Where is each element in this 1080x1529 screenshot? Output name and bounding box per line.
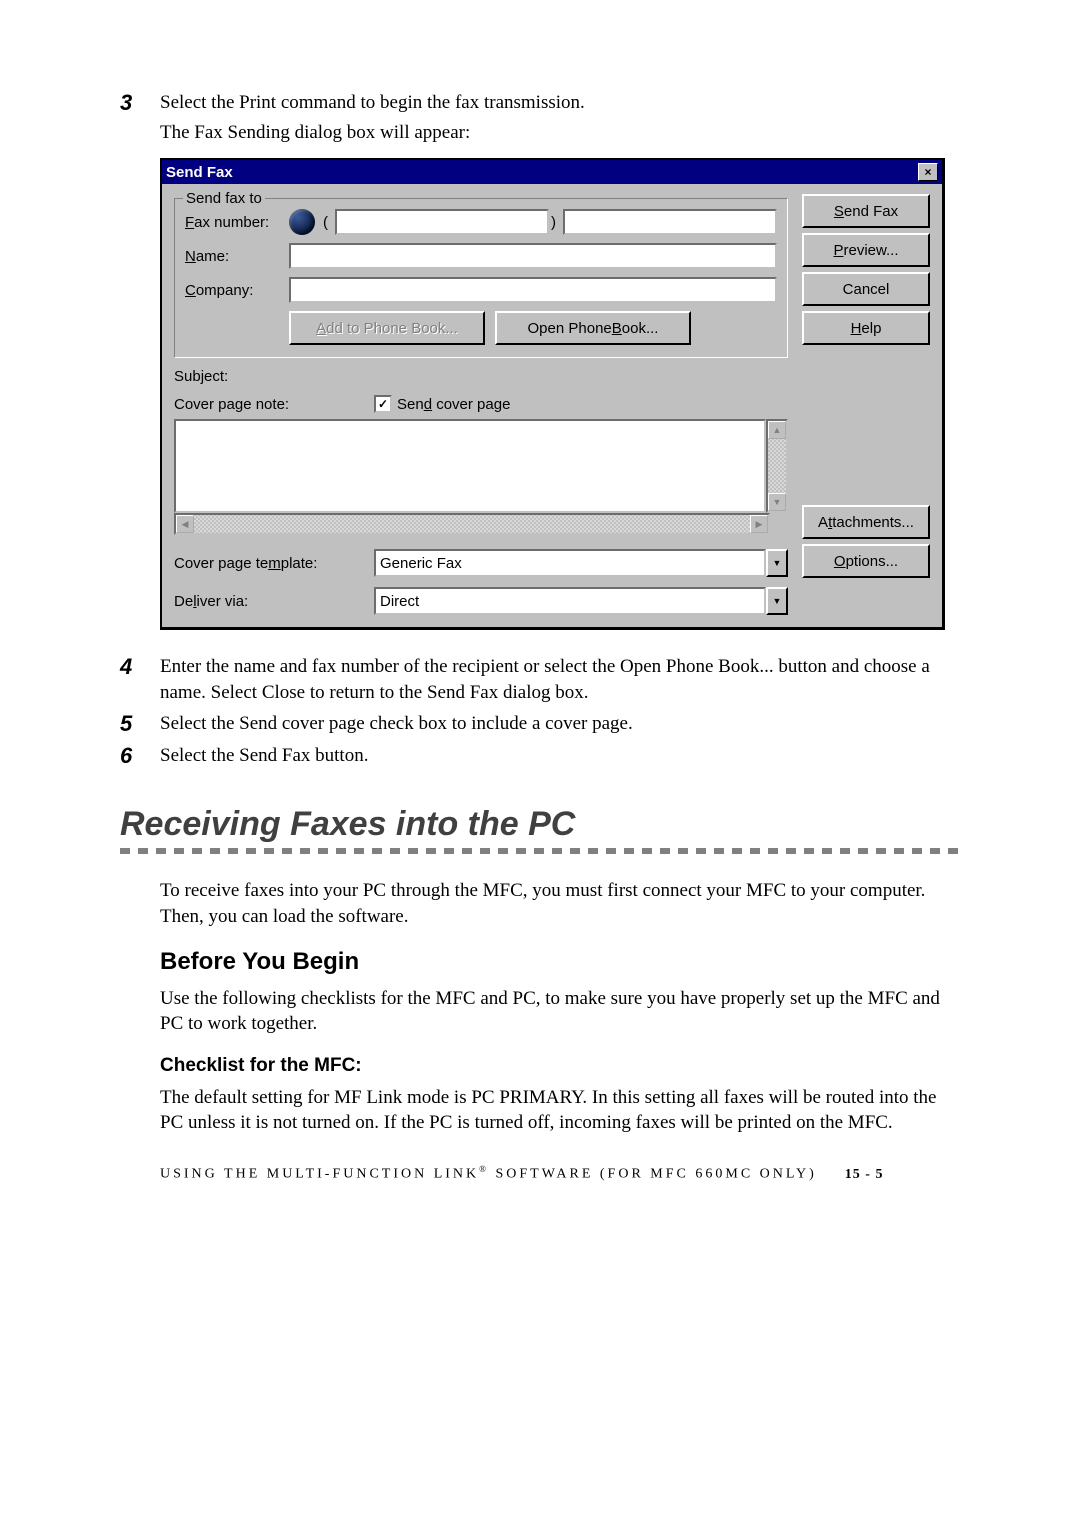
step-number-4: 4 — [120, 654, 160, 680]
send-cover-page-checkbox[interactable]: ✓ Send cover page — [374, 395, 510, 413]
paren-close: ) — [549, 214, 563, 231]
deliver-via-select[interactable]: Direct ▼ — [374, 587, 788, 615]
add-to-phone-book-button: Add to Phone Book... — [289, 311, 485, 345]
step-text-5: Select the Send cover page check box to … — [160, 711, 960, 737]
fax-number-input[interactable] — [563, 209, 777, 235]
deliver-via-value: Direct — [374, 587, 766, 615]
step-text-3: Select the Print command to begin the fa… — [160, 90, 960, 116]
name-input[interactable] — [289, 243, 777, 269]
footer-text-b: SOFTWARE (FOR MFC 660MC ONLY) — [489, 1167, 817, 1182]
send-fax-to-group: Send fax to Fax number: ( ) Name: — [174, 198, 788, 358]
cover-note-label: Cover page note: — [174, 396, 324, 413]
dialog-titlebar: Send Fax × — [162, 160, 942, 184]
page-number: 15 - 5 — [845, 1167, 884, 1182]
registered-icon: ® — [479, 1164, 489, 1174]
send-fax-button[interactable]: Send Fax — [802, 194, 930, 228]
subject-label: Subject: — [174, 368, 324, 385]
fax-areacode-input[interactable] — [335, 209, 549, 235]
checkbox-icon[interactable]: ✓ — [374, 395, 392, 413]
scroll-up-icon[interactable]: ▲ — [768, 421, 786, 439]
page-footer: USING THE MULTI-FUNCTION LINK® SOFTWARE … — [160, 1164, 960, 1183]
chevron-down-icon[interactable]: ▼ — [766, 549, 788, 577]
step-text-4: Enter the name and fax number of the rec… — [160, 654, 960, 705]
subsection-body: Use the following checklists for the MFC… — [160, 986, 960, 1037]
dialog-title: Send Fax — [166, 164, 233, 181]
group-legend: Send fax to — [183, 190, 265, 207]
footer-text-a: USING THE MULTI-FUNCTION LINK — [160, 1167, 479, 1182]
company-input[interactable] — [289, 277, 777, 303]
cancel-button[interactable]: Cancel — [802, 272, 930, 306]
name-label: Name: — [185, 248, 289, 265]
horizontal-scrollbar[interactable]: ◀ ▶ — [174, 513, 770, 535]
checklist-heading: Checklist for the MFC: — [160, 1055, 960, 1077]
attachments-button[interactable]: Attachments... — [802, 505, 930, 539]
cover-template-label: Cover page template: — [174, 555, 374, 572]
chevron-down-icon[interactable]: ▼ — [766, 587, 788, 615]
open-phone-book-button[interactable]: Open Phone Book... — [495, 311, 691, 345]
send-cover-page-label: Send cover page — [397, 396, 510, 413]
section-divider — [120, 848, 960, 854]
help-button[interactable]: Help — [802, 311, 930, 345]
vertical-scrollbar[interactable]: ▲ ▼ — [766, 419, 788, 513]
preview-button[interactable]: Preview... — [802, 233, 930, 267]
cover-template-select[interactable]: Generic Fax ▼ — [374, 549, 788, 577]
checklist-body: The default setting for MF Link mode is … — [160, 1085, 960, 1136]
scroll-right-icon[interactable]: ▶ — [750, 515, 768, 533]
paren-open: ( — [321, 214, 335, 231]
close-icon[interactable]: × — [918, 163, 938, 181]
company-label: Company: — [185, 282, 289, 299]
cover-template-value: Generic Fax — [374, 549, 766, 577]
scroll-down-icon[interactable]: ▼ — [768, 493, 786, 511]
step-number-3: 3 — [120, 90, 160, 116]
globe-icon[interactable] — [289, 209, 315, 235]
options-button[interactable]: Options... — [802, 544, 930, 578]
section-intro: To receive faxes into your PC through th… — [160, 878, 960, 929]
subsection-heading: Before You Begin — [160, 948, 960, 976]
step-subtext-3: The Fax Sending dialog box will appear: — [160, 122, 960, 144]
send-fax-dialog: Send Fax × Send fax to Fax number: ( ) — [160, 158, 945, 630]
step-number-6: 6 — [120, 743, 160, 769]
scroll-left-icon[interactable]: ◀ — [176, 515, 194, 533]
step-text-6: Select the Send Fax button. — [160, 743, 960, 769]
step-number-5: 5 — [120, 711, 160, 737]
deliver-via-label: Deliver via: — [174, 593, 374, 610]
fax-number-label: Fax number: — [185, 214, 289, 231]
cover-note-textarea[interactable] — [174, 419, 766, 513]
section-title: Receiving Faxes into the PC — [120, 805, 960, 844]
